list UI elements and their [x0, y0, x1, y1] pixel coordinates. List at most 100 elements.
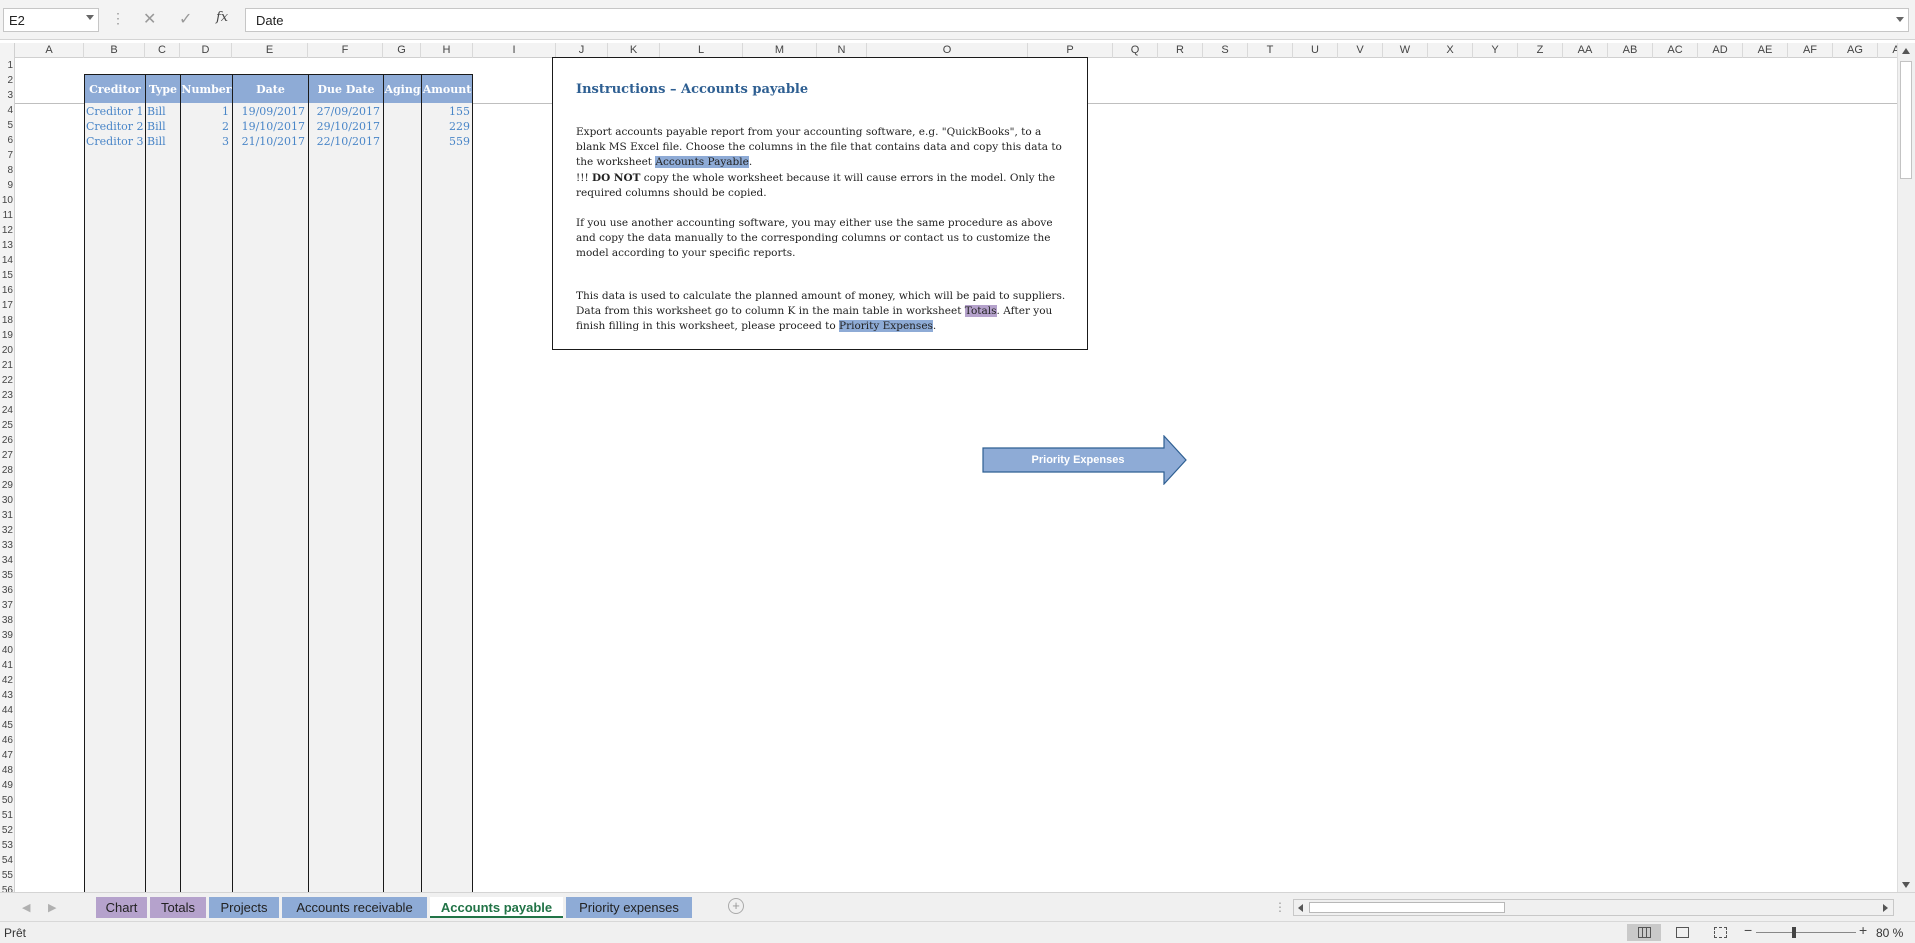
column-header-y[interactable]: Y: [1473, 43, 1518, 58]
row-header[interactable]: 47: [0, 748, 15, 763]
column-header-e[interactable]: E: [232, 43, 308, 58]
scroll-down-icon[interactable]: [1902, 882, 1910, 888]
scroll-up-icon[interactable]: [1902, 48, 1910, 54]
select-all-corner[interactable]: [0, 43, 15, 58]
tab-accounts-payable[interactable]: Accounts payable: [430, 897, 563, 918]
add-sheet-button[interactable]: +: [728, 898, 744, 914]
column-header-ag[interactable]: AG: [1833, 43, 1878, 58]
row-header[interactable]: 45: [0, 718, 15, 733]
column-header-w[interactable]: W: [1383, 43, 1428, 58]
row-header[interactable]: 50: [0, 793, 15, 808]
table-cell-amount[interactable]: 559: [421, 134, 473, 149]
row-header[interactable]: 54: [0, 853, 15, 868]
column-header-f[interactable]: F: [308, 43, 383, 58]
normal-view-button[interactable]: [1627, 924, 1661, 941]
row-header[interactable]: 6: [0, 133, 15, 148]
row-header[interactable]: 18: [0, 313, 15, 328]
column-header-p[interactable]: P: [1028, 43, 1113, 58]
accounts-payable-link[interactable]: Accounts Payable: [655, 156, 749, 168]
row-header[interactable]: 8: [0, 163, 15, 178]
table-cell-aging[interactable]: [383, 104, 421, 119]
column-header-u[interactable]: U: [1293, 43, 1338, 58]
table-cell-number[interactable]: 1: [180, 104, 232, 119]
row-header[interactable]: 26: [0, 433, 15, 448]
column-header-k[interactable]: K: [608, 43, 660, 58]
vertical-scroll-thumb[interactable]: [1900, 61, 1912, 179]
column-header-ab[interactable]: AB: [1608, 43, 1653, 58]
page-break-view-button[interactable]: [1703, 924, 1737, 941]
table-cell-due-date[interactable]: 27/09/2017: [308, 104, 383, 119]
table-cell-amount[interactable]: 229: [421, 119, 473, 134]
row-header[interactable]: 41: [0, 658, 15, 673]
row-header[interactable]: 1: [0, 58, 15, 73]
tab-totals[interactable]: Totals: [150, 897, 206, 918]
column-header-i[interactable]: I: [473, 43, 556, 58]
table-cell-creditor[interactable]: Creditor 1: [84, 104, 145, 119]
table-header-creditor[interactable]: Creditor: [84, 74, 145, 103]
row-header[interactable]: 11: [0, 208, 15, 223]
row-header[interactable]: 39: [0, 628, 15, 643]
row-header[interactable]: 43: [0, 688, 15, 703]
worksheet-grid[interactable]: A B C D E F G H I J K L M N O P Q R S T U V W X Y Z AA AB AC AD AE AF AG…: [0, 43, 1897, 892]
column-header-ac[interactable]: AC: [1653, 43, 1698, 58]
column-header-r[interactable]: R: [1158, 43, 1203, 58]
row-header[interactable]: 38: [0, 613, 15, 628]
page-layout-view-button[interactable]: [1665, 924, 1699, 941]
row-header[interactable]: 55: [0, 868, 15, 883]
column-header-n[interactable]: N: [817, 43, 867, 58]
instructions-box[interactable]: Instructions – Accounts payable Export a…: [552, 57, 1088, 350]
row-header[interactable]: 15: [0, 268, 15, 283]
table-column-number[interactable]: [180, 74, 232, 892]
previous-sheet-icon[interactable]: ◀: [22, 901, 30, 914]
row-header[interactable]: 22: [0, 373, 15, 388]
table-header-type[interactable]: Type: [145, 74, 180, 103]
confirm-edit-icon[interactable]: ✓: [179, 9, 192, 29]
row-header[interactable]: 53: [0, 838, 15, 853]
table-column-aging[interactable]: [383, 74, 421, 892]
table-header-aging[interactable]: Aging: [383, 74, 421, 103]
zoom-out-button[interactable]: −: [1744, 922, 1752, 938]
row-header[interactable]: 17: [0, 298, 15, 313]
table-header-amount[interactable]: Amount: [421, 74, 473, 103]
row-header[interactable]: 3: [0, 88, 15, 103]
row-header[interactable]: 31: [0, 508, 15, 523]
column-header-v[interactable]: V: [1338, 43, 1383, 58]
row-header[interactable]: 13: [0, 238, 15, 253]
row-header[interactable]: 48: [0, 763, 15, 778]
table-header-due-date[interactable]: Due Date: [308, 74, 383, 103]
column-header-s[interactable]: S: [1203, 43, 1248, 58]
tab-chart[interactable]: Chart: [96, 897, 147, 918]
insert-function-icon[interactable]: fx: [216, 10, 228, 25]
tab-priority-expenses[interactable]: Priority expenses: [566, 897, 692, 918]
column-header-j[interactable]: J: [556, 43, 608, 58]
row-header[interactable]: 9: [0, 178, 15, 193]
row-header[interactable]: 16: [0, 283, 15, 298]
table-cell-date[interactable]: 19/10/2017: [232, 119, 308, 134]
column-header-g[interactable]: G: [383, 43, 421, 58]
column-header-z[interactable]: Z: [1518, 43, 1563, 58]
table-header-number[interactable]: Number: [180, 74, 232, 103]
table-cell-aging[interactable]: [383, 134, 421, 149]
row-header[interactable]: 24: [0, 403, 15, 418]
column-header-h[interactable]: H: [421, 43, 473, 58]
row-header[interactable]: 12: [0, 223, 15, 238]
row-header[interactable]: 27: [0, 448, 15, 463]
row-header[interactable]: 56: [0, 883, 15, 892]
table-cell-date[interactable]: 19/09/2017: [232, 104, 308, 119]
table-cell-aging[interactable]: [383, 119, 421, 134]
expand-formula-bar-icon[interactable]: [1896, 17, 1904, 22]
row-header[interactable]: 44: [0, 703, 15, 718]
totals-link[interactable]: Totals: [964, 305, 997, 317]
row-header[interactable]: 52: [0, 823, 15, 838]
column-header-l[interactable]: L: [660, 43, 743, 58]
zoom-in-button[interactable]: +: [1859, 922, 1867, 938]
row-header[interactable]: 20: [0, 343, 15, 358]
row-header[interactable]: 2: [0, 73, 15, 88]
table-cell-date[interactable]: 21/10/2017: [232, 134, 308, 149]
column-header-c[interactable]: C: [145, 43, 180, 58]
priority-expenses-arrow-button[interactable]: Priority Expenses: [982, 434, 1188, 486]
column-header-ad[interactable]: AD: [1698, 43, 1743, 58]
row-header[interactable]: 51: [0, 808, 15, 823]
zoom-level[interactable]: 80 %: [1876, 926, 1903, 940]
table-cell-number[interactable]: 3: [180, 134, 232, 149]
